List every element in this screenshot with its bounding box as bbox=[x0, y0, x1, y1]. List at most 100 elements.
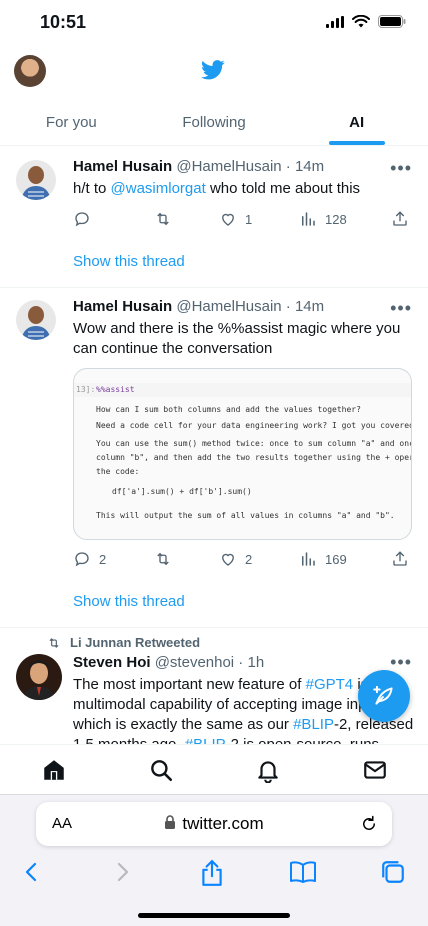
timeline-tabs: For you Following AI bbox=[0, 98, 428, 146]
author-meta: @HamelHusain · 14m bbox=[176, 158, 325, 175]
mail-icon bbox=[363, 760, 386, 779]
assist-reply: This will output the sum of all values i… bbox=[96, 511, 395, 520]
tweet-text-part: The most important new feature of bbox=[73, 676, 306, 693]
tweet-header: Steven Hoi @stevenhoi · 1h bbox=[73, 654, 412, 671]
assist-reply: column "b", and then add the two results… bbox=[96, 453, 412, 462]
share-button[interactable] bbox=[391, 550, 409, 568]
nav-home[interactable] bbox=[0, 745, 107, 794]
assist-reply: Need a code cell for your data engineeri… bbox=[96, 421, 412, 430]
share-icon bbox=[393, 551, 407, 566]
reload-icon[interactable] bbox=[360, 815, 378, 833]
like-button[interactable]: 1 bbox=[219, 210, 299, 228]
reply-button[interactable] bbox=[73, 210, 153, 228]
share-icon bbox=[393, 211, 407, 226]
tweet-header: Hamel Husain @HamelHusain · 14m bbox=[73, 298, 412, 315]
tweet-text: h/t to @wasimlorgat who told me about th… bbox=[73, 179, 412, 199]
tweet[interactable]: Hamel Husain @HamelHusain · 14m h/t to @… bbox=[0, 148, 428, 288]
home-icon bbox=[43, 759, 64, 780]
author-avatar[interactable] bbox=[16, 300, 56, 340]
retweet-button[interactable] bbox=[153, 210, 219, 228]
tab-for-you[interactable]: For you bbox=[0, 98, 143, 145]
views-icon bbox=[302, 212, 315, 226]
like-button[interactable]: 2 bbox=[219, 550, 299, 568]
back-icon[interactable] bbox=[20, 859, 44, 885]
bottom-nav bbox=[0, 744, 428, 794]
heart-icon bbox=[222, 553, 234, 566]
tweet-text-part: h/t to bbox=[73, 180, 111, 197]
tweet-text-part: -2 is open-source, runs bbox=[226, 736, 379, 744]
nav-search[interactable] bbox=[107, 745, 214, 794]
more-options-icon[interactable]: ••• bbox=[390, 158, 412, 179]
author-avatar[interactable] bbox=[16, 654, 62, 700]
views-icon bbox=[302, 552, 315, 566]
tweet-media-image[interactable]: 13]: %%assist How can I sum both columns… bbox=[73, 368, 412, 540]
tweet-actions: 2 2 169 bbox=[73, 549, 412, 569]
author-name[interactable]: Hamel Husain bbox=[73, 158, 172, 175]
tab-ai[interactable]: AI bbox=[285, 98, 428, 145]
reply-button[interactable]: 2 bbox=[73, 550, 153, 568]
retweet-icon bbox=[49, 637, 59, 648]
views-count: 128 bbox=[325, 211, 347, 227]
compose-feather-icon bbox=[373, 685, 393, 705]
views-button[interactable]: 128 bbox=[299, 210, 391, 228]
safari-toolbar: AA twitter.com bbox=[0, 794, 428, 926]
tweet-header: Hamel Husain @HamelHusain · 14m bbox=[73, 158, 412, 175]
tab-following[interactable]: Following bbox=[143, 98, 286, 145]
tweet-text-line: which is exactly the same as our #BLIP-2… bbox=[73, 715, 413, 735]
safari-tools bbox=[0, 855, 428, 895]
retweet-icon bbox=[157, 212, 169, 226]
home-indicator bbox=[138, 913, 290, 918]
retweeted-by-label: Li Junnan Retweeted bbox=[70, 635, 201, 650]
address-bar[interactable]: AA twitter.com bbox=[36, 802, 392, 846]
mention-link[interactable]: @wasimlorgat bbox=[111, 180, 206, 197]
twitter-bird-icon[interactable] bbox=[201, 59, 225, 81]
retweet-context: Li Junnan Retweeted bbox=[46, 635, 200, 650]
author-avatar[interactable] bbox=[16, 160, 56, 200]
author-name[interactable]: Hamel Husain bbox=[73, 298, 172, 315]
url-text: twitter.com bbox=[182, 814, 264, 833]
nav-notifications[interactable] bbox=[214, 745, 321, 794]
views-button[interactable]: 169 bbox=[299, 550, 391, 568]
profile-avatar[interactable] bbox=[14, 55, 46, 87]
retweet-button[interactable] bbox=[153, 550, 219, 568]
url-display[interactable]: twitter.com bbox=[36, 814, 392, 834]
tweet-text-line: 1.5 months ago. #BLIP-2 is open-source, … bbox=[73, 735, 412, 744]
forward-icon[interactable] bbox=[110, 859, 134, 885]
share-sheet-icon[interactable] bbox=[199, 859, 225, 887]
cell-magic: %%assist bbox=[96, 385, 135, 394]
author-name[interactable]: Steven Hoi bbox=[73, 654, 151, 671]
tweet[interactable]: Hamel Husain @HamelHusain · 14m Wow and … bbox=[0, 288, 428, 628]
app-header bbox=[0, 48, 428, 96]
more-options-icon[interactable]: ••• bbox=[390, 652, 412, 673]
reply-icon bbox=[75, 552, 89, 567]
lock-icon bbox=[165, 815, 176, 829]
status-bar: 10:51 bbox=[0, 0, 428, 48]
tweet-body: Hamel Husain @HamelHusain · 14m h/t to @… bbox=[73, 158, 412, 199]
tweet-text-part: 1.5 months ago. bbox=[73, 736, 185, 744]
notebook-cell-header: 13]: %%assist bbox=[74, 383, 411, 397]
hashtag-link[interactable]: #BLIP bbox=[293, 716, 334, 733]
status-time: 10:51 bbox=[40, 12, 87, 32]
hashtag-link[interactable]: #GPT4 bbox=[306, 676, 354, 693]
assist-reply: the code: bbox=[96, 467, 140, 476]
more-options-icon[interactable]: ••• bbox=[390, 298, 412, 319]
compose-tweet-button[interactable] bbox=[358, 670, 410, 722]
battery-icon bbox=[378, 15, 406, 28]
tweet-actions: 1 128 bbox=[73, 209, 412, 229]
like-count: 1 bbox=[245, 211, 253, 227]
tabs-icon[interactable] bbox=[380, 859, 406, 885]
nav-messages[interactable] bbox=[321, 745, 428, 794]
show-thread-link[interactable]: Show this thread bbox=[73, 253, 185, 270]
bell-icon bbox=[257, 760, 278, 783]
bookmarks-icon[interactable] bbox=[289, 859, 317, 885]
cell-question: How can I sum both columns and add the v… bbox=[96, 405, 361, 414]
share-button[interactable] bbox=[391, 210, 409, 228]
reply-icon bbox=[75, 212, 89, 227]
views-count: 169 bbox=[325, 551, 347, 567]
hashtag-link[interactable]: #BLIP bbox=[185, 736, 226, 744]
heart-icon bbox=[222, 213, 234, 226]
reply-count: 2 bbox=[99, 551, 107, 567]
show-thread-link[interactable]: Show this thread bbox=[73, 593, 185, 610]
wifi-icon bbox=[352, 15, 370, 28]
author-meta: @HamelHusain · 14m bbox=[176, 298, 325, 315]
